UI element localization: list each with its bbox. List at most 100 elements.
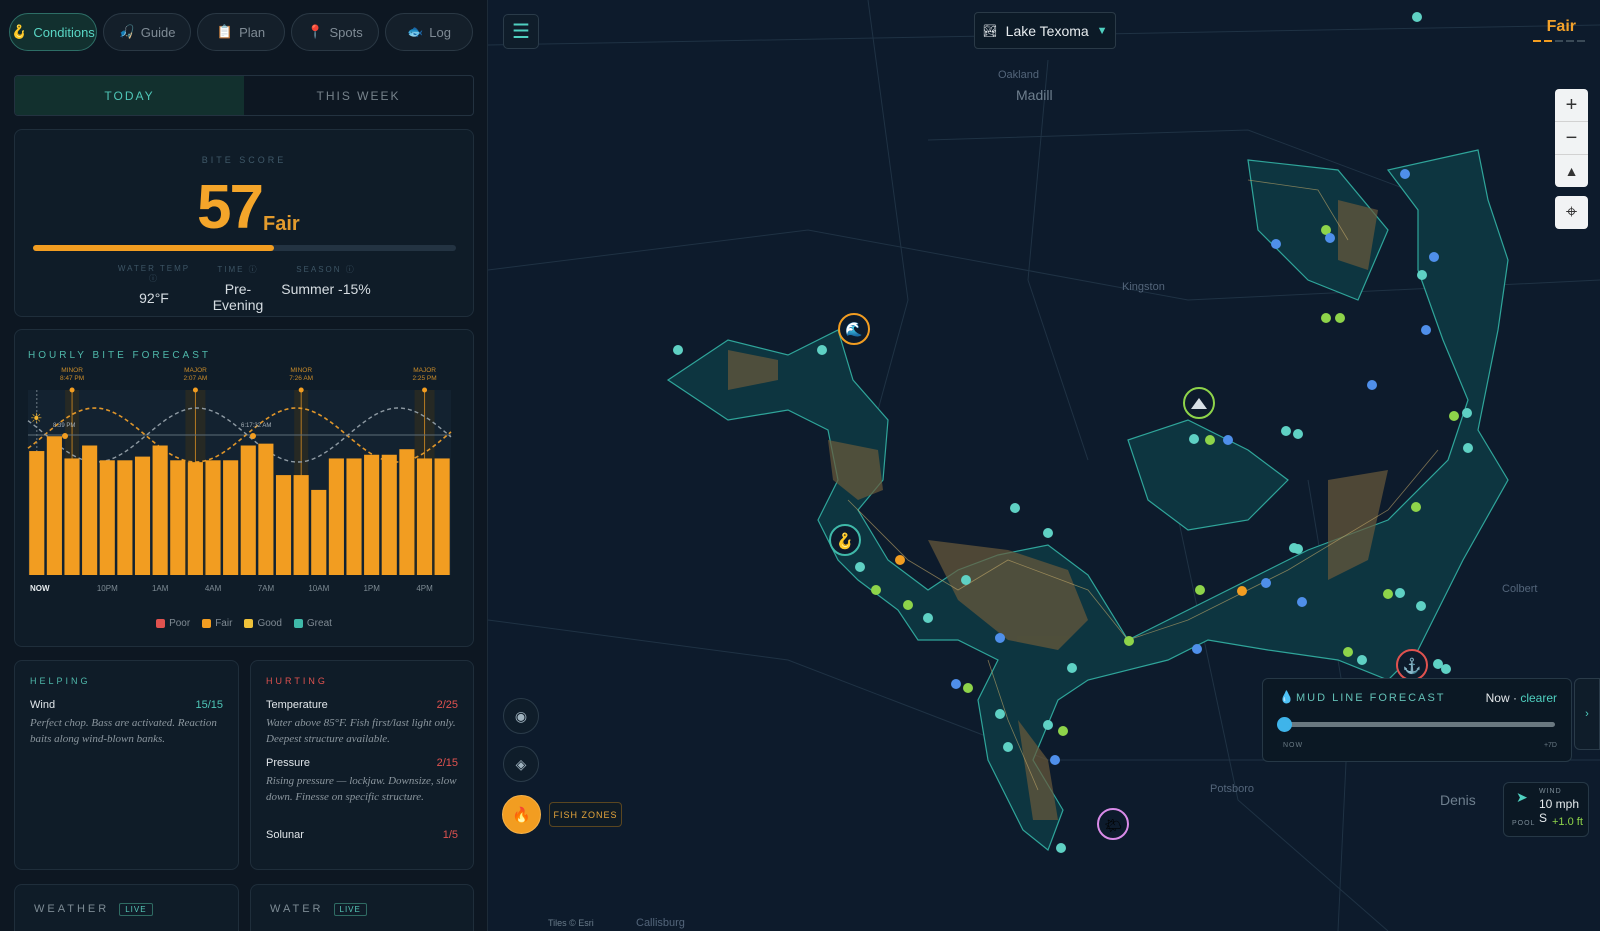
spot-marker[interactable] [1343, 647, 1353, 657]
spot-marker[interactable] [855, 562, 865, 572]
spot-marker[interactable] [1003, 742, 1013, 752]
spot-marker[interactable] [871, 585, 881, 595]
spot-marker[interactable] [961, 575, 971, 585]
spot-marker[interactable] [1429, 252, 1439, 262]
spot-marker[interactable] [1416, 601, 1426, 611]
tab-today[interactable]: TODAY [15, 76, 244, 115]
zoom-in-button[interactable]: + [1555, 89, 1588, 122]
live-badge: LIVE [119, 903, 153, 916]
wave-marker[interactable]: 🌊 [838, 313, 870, 345]
spot-marker[interactable] [1411, 502, 1421, 512]
hook-icon: 🪝 [836, 532, 855, 550]
spot-marker[interactable] [1321, 313, 1331, 323]
spot-marker[interactable] [1237, 586, 1247, 596]
spot-marker[interactable] [995, 709, 1005, 719]
tab-log[interactable]: 🐟 Log [385, 13, 473, 51]
center-button[interactable]: ◉ [503, 698, 539, 734]
spot-marker[interactable] [1449, 411, 1459, 421]
anchor-marker[interactable]: ⚓ [1396, 649, 1428, 681]
sun-marker[interactable]: 🌤 [1097, 808, 1129, 840]
spot-marker[interactable] [1400, 169, 1410, 179]
spot-marker[interactable] [1325, 233, 1335, 243]
mud-slider-handle[interactable] [1277, 717, 1292, 732]
lake-map[interactable]: Oakland Madill Kingston Potsboro Colbert… [488, 0, 1600, 931]
water-card[interactable]: WATER LIVE [250, 884, 474, 931]
spot-marker[interactable] [1124, 636, 1134, 646]
spot-marker[interactable] [1297, 597, 1307, 607]
fish-zones-label[interactable]: FISH ZONES [549, 802, 622, 827]
spot-marker[interactable] [1383, 589, 1393, 599]
bite-score-card: BITE SCORE 57 Fair WATER TEMP ⓘ 92°F TIM… [14, 129, 474, 317]
spot-marker[interactable] [1043, 528, 1053, 538]
spot-marker[interactable] [1043, 720, 1053, 730]
map-rating: Fair [1546, 18, 1576, 35]
tab-plan[interactable]: 📋 Plan [197, 13, 285, 51]
side-panel-toggle[interactable]: › [1574, 678, 1600, 750]
spot-marker[interactable] [1189, 434, 1199, 444]
spot-marker[interactable] [1417, 270, 1427, 280]
weather-card[interactable]: WEATHER LIVE [14, 884, 239, 931]
locate-button[interactable]: ⌖ [1555, 196, 1588, 229]
spot-marker[interactable] [963, 683, 973, 693]
tab-this-week[interactable]: THIS WEEK [244, 76, 473, 115]
spot-marker[interactable] [1195, 585, 1205, 595]
mud-slider-start: NOW [1283, 742, 1304, 749]
spot-marker[interactable] [673, 345, 683, 355]
lake-map-canvas[interactable]: Oakland Madill Kingston Potsboro Colbert… [488, 0, 1600, 931]
spot-marker[interactable] [1205, 435, 1215, 445]
spot-marker[interactable] [1281, 426, 1291, 436]
forecast-bar [434, 458, 450, 575]
tab-spots[interactable]: 📍 Spots [291, 13, 379, 51]
mud-slider-track[interactable] [1283, 722, 1555, 727]
solunar-marker [69, 387, 75, 393]
lake-selector[interactable]: 🏞 Lake Texoma ▼ [974, 12, 1116, 49]
legend-swatch [244, 619, 254, 628]
spot-marker[interactable] [1223, 435, 1233, 445]
spot-marker[interactable] [1010, 503, 1020, 513]
helping-label: HELPING [30, 676, 91, 686]
spot-marker[interactable] [1056, 843, 1066, 853]
solunar-type-label: MINOR [61, 367, 83, 374]
spot-marker[interactable] [1293, 429, 1303, 439]
time-label: TIME ⓘ [217, 265, 259, 274]
hook-marker[interactable]: 🪝 [829, 524, 861, 556]
spot-marker[interactable] [903, 600, 913, 610]
spot-marker[interactable] [1067, 663, 1077, 673]
helping-card: HELPING Wind 15/15 Perfect chop. Bass ar… [14, 660, 239, 870]
spot-marker[interactable] [1192, 644, 1202, 654]
spot-marker[interactable] [1050, 755, 1060, 765]
zoom-out-button[interactable]: − [1555, 122, 1588, 155]
rock-marker[interactable] [1183, 387, 1215, 419]
spot-marker[interactable] [817, 345, 827, 355]
spot-marker[interactable] [1058, 726, 1068, 736]
spot-marker[interactable] [1441, 664, 1451, 674]
spot-marker[interactable] [1395, 588, 1405, 598]
spot-marker[interactable] [1271, 239, 1281, 249]
forecast-bar [29, 451, 45, 575]
menu-button[interactable]: ☰ [503, 14, 539, 49]
chevron-down-icon: ▼ [1096, 24, 1108, 37]
spot-marker[interactable] [1462, 408, 1472, 418]
spot-marker[interactable] [1421, 325, 1431, 335]
spot-marker[interactable] [1357, 655, 1367, 665]
tab-guide[interactable]: 🎣 Guide [103, 13, 191, 51]
legend-poor: Poor [156, 618, 190, 629]
compass-button[interactable]: ▲ [1555, 155, 1588, 187]
spot-marker[interactable] [1412, 12, 1422, 22]
spot-marker[interactable] [923, 613, 933, 623]
factor-name: Solunar [266, 829, 304, 841]
spot-marker[interactable] [1261, 578, 1271, 588]
layers-button[interactable]: ◈ [503, 746, 539, 782]
tab-conditions[interactable]: 🪝 Conditions [9, 13, 97, 51]
spot-marker[interactable] [1335, 313, 1345, 323]
wave-icon: 🌊 [845, 321, 862, 337]
spot-marker[interactable] [895, 555, 905, 565]
rating-dashes [1533, 40, 1585, 42]
forecast-bar [117, 460, 133, 575]
spot-marker[interactable] [951, 679, 961, 689]
spot-marker[interactable] [1293, 544, 1303, 554]
spot-marker[interactable] [1367, 380, 1377, 390]
spot-marker[interactable] [1463, 443, 1473, 453]
spot-marker[interactable] [995, 633, 1005, 643]
fish-zones-button[interactable]: 🔥 [502, 795, 541, 834]
